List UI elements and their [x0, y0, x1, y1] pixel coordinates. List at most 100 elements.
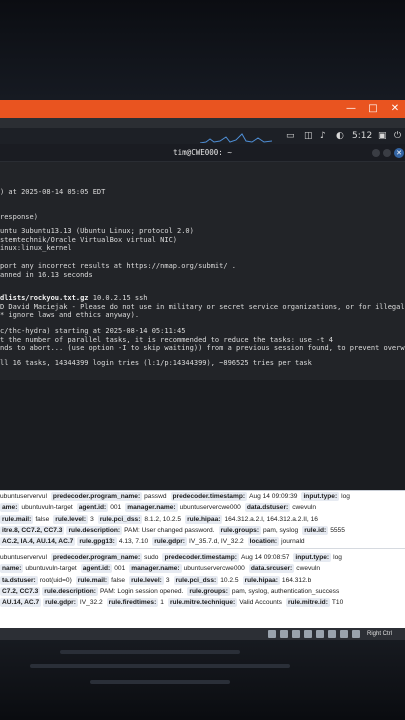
terminal-line: ) at 2025-08-14 05:05 EDT [0, 188, 105, 197]
blurred-content [30, 664, 290, 668]
log-field-value: 001 [114, 565, 126, 573]
log-field-key[interactable]: agent.id: [76, 503, 109, 513]
terminal-line-text: nds to abort... (use option -I to skip w… [0, 344, 405, 352]
shared-folder-icon[interactable] [328, 630, 336, 638]
log-field-key[interactable]: rule.mitre.technique: [167, 598, 238, 608]
terminal-line-text: dlists/rockyou.txt.gz [0, 294, 89, 302]
log-field-key[interactable]: rule.mitre.id: [285, 598, 330, 608]
terminal-line: inux:linux_kernel [0, 244, 72, 253]
usb-icon[interactable] [316, 630, 324, 638]
terminal-minimize-button[interactable] [372, 149, 380, 157]
log-field-key[interactable]: C7.2, CC7.3 [0, 586, 41, 596]
log-field-value: passwd [144, 493, 167, 500]
log-field-value: ubuntuservervul [0, 493, 47, 500]
log-field-row: AU.14, AC.7 rule.gdpr: IV_32.2 rule.firedti… [0, 598, 405, 608]
log-field-row: AC.2, IA.4, AU.14, AC.7 rule.gpg13: 4.13, … [0, 537, 405, 547]
clock[interactable]: 5:12 [352, 128, 372, 144]
terminal-line: nds to abort... (use option -I to skip w… [0, 344, 405, 353]
log-field-key[interactable]: predecoder.program_name: [50, 553, 143, 562]
log-field-value: PAM: Login session opened. [99, 587, 184, 595]
log-field-key[interactable]: predecoder.timestamp: [162, 553, 240, 562]
log-field-value: journald [281, 538, 305, 546]
log-field-key[interactable]: rule.hipaa: [185, 514, 223, 524]
power-icon[interactable]: ⏻ [394, 128, 401, 144]
log-field-key[interactable]: rule.pci_dss: [97, 514, 143, 524]
log-field-key[interactable]: AC.2, IA.4, AU.14, AC.7 [0, 537, 76, 547]
log-field-row: ubuntuservervul predecoder.program_name: p… [0, 492, 405, 502]
log-field-key[interactable]: rule.level: [129, 575, 164, 585]
terminal-line: anned in 16.13 seconds [0, 271, 93, 280]
terminal-line-text: c/thc-hydra) starting at 2025-08-14 05:1… [0, 327, 186, 335]
host-background-top [0, 0, 405, 100]
log-field-key[interactable]: rule.gdpr: [43, 598, 78, 608]
log-field-key[interactable]: predecoder.timestamp: [170, 492, 248, 501]
log-field-value: cwevuln [296, 565, 321, 573]
log-field-key[interactable]: rule.gdpr: [152, 537, 188, 547]
notifications-icon[interactable]: ♪ [320, 128, 326, 144]
log-field-value: false [111, 576, 126, 584]
log-field-row: C7.2, CC7.3 rule.description: PAM: Login s… [0, 586, 405, 597]
log-field-key[interactable]: data.dstuser: [244, 503, 291, 513]
log-field-key[interactable]: predecoder.program_name: [50, 492, 143, 501]
lock-icon[interactable]: ▣ [378, 128, 387, 144]
log-field-key[interactable]: manager.name: [129, 564, 182, 574]
log-field-key[interactable]: location: [247, 537, 280, 547]
terminal-line: untu 3ubuntu13.13 (Ubuntu Linux; protoco… [0, 227, 194, 236]
log-field-key[interactable]: AU.14, AC.7 [0, 598, 42, 608]
log-field-key[interactable]: name: [0, 564, 24, 574]
log-field-key[interactable]: rule.description: [42, 586, 98, 596]
network-adapter-icon[interactable] [304, 630, 312, 638]
optical-drive-icon[interactable] [280, 630, 288, 638]
log-field-key[interactable]: ta.dstuser: [0, 575, 38, 585]
screenshot-icon[interactable]: ▭ [286, 128, 295, 144]
log-field-key[interactable]: rule.mail: [75, 575, 110, 585]
log-field-key[interactable]: input.type: [293, 553, 332, 562]
volume-icon[interactable]: ◐ [336, 128, 344, 144]
log-field-value: Aug 14 09:08:57 [241, 554, 290, 561]
system-monitor-graph [200, 133, 272, 143]
log-field-value: pam, syslog [263, 526, 299, 534]
log-field-value: pam, syslog, authentication_success [231, 587, 340, 595]
log-field-key[interactable]: manager.name: [125, 503, 178, 513]
log-field-key[interactable]: data.srcuser: [248, 564, 295, 574]
log-field-key[interactable]: rule.gpg13: [77, 537, 117, 547]
log-field-key[interactable]: rule.groups: [187, 586, 230, 596]
log-field-key[interactable]: itre.8, CC7.2, CC7.3 [0, 525, 65, 535]
log-field-value: 10.2.5 [220, 576, 239, 584]
terminal-line-text: ll 16 tasks, 14344399 login tries (l:1/p… [0, 359, 312, 367]
network-icon[interactable]: ◫ [304, 128, 313, 144]
log-field-key[interactable]: rule.groups: [218, 525, 262, 535]
terminal-line: response) [0, 213, 38, 222]
log-field-value: root(uid=0) [39, 576, 72, 584]
display-icon[interactable] [340, 630, 348, 638]
log-field-value: 164.312.b [281, 576, 312, 584]
log-field-value: Aug 14 09:09:39 [249, 493, 298, 500]
log-field-key[interactable]: rule.pci_dss: [173, 575, 219, 585]
log-field-key[interactable]: rule.hipaa: [242, 575, 280, 585]
log-field-value: cwevuln [292, 504, 317, 512]
terminal-maximize-button[interactable] [383, 149, 391, 157]
terminal-close-button[interactable]: ✕ [394, 148, 404, 158]
hard-disk-icon[interactable] [268, 630, 276, 638]
log-field-value: PAM: User changed password. [124, 526, 215, 534]
terminal-line-text: anned in 16.13 seconds [0, 270, 93, 279]
log-field-key[interactable]: rule.description: [66, 525, 123, 535]
minimize-button[interactable]: — [340, 100, 362, 118]
log-field-key[interactable]: ame: [0, 503, 20, 513]
maximize-button[interactable]: □ [362, 100, 384, 118]
log-field-value: 5555 [330, 526, 345, 534]
log-field-key[interactable]: rule.id: [302, 525, 329, 535]
log-field-key[interactable]: rule.level: [53, 514, 89, 524]
log-field-value: Valid Accounts [239, 599, 282, 607]
close-button[interactable]: ✕ [384, 100, 405, 118]
recording-icon[interactable] [352, 630, 360, 638]
log-field-value: log [333, 554, 342, 561]
log-field-key[interactable]: rule.mail: [0, 514, 34, 524]
host-background-bottom [0, 640, 405, 720]
log-field-key[interactable]: agent.id: [80, 564, 113, 574]
log-field-key[interactable]: input.type: [301, 492, 340, 501]
log-field-value: 164.312.a.2.I, 164.312.a.2.II, 16 [224, 515, 318, 523]
audio-icon[interactable] [292, 630, 300, 638]
log-events-panel[interactable]: ubuntuservervul predecoder.program_name: p… [0, 490, 405, 628]
log-field-key[interactable]: rule.firedtimes: [106, 598, 159, 608]
